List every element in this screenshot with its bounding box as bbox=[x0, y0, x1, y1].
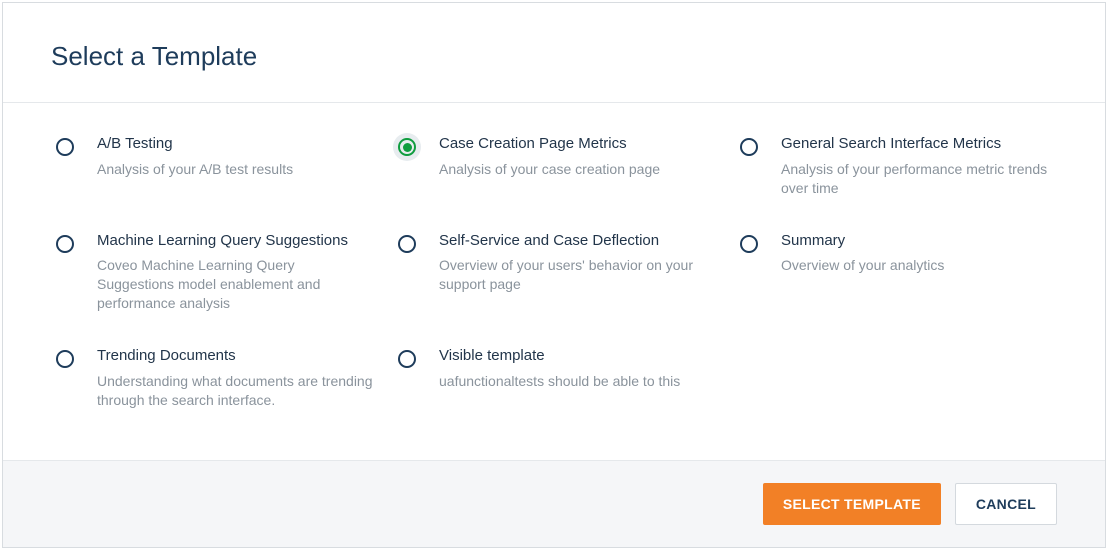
option-text: A/B Testing Analysis of your A/B test re… bbox=[97, 135, 373, 179]
select-template-dialog: Select a Template A/B Testing Analysis o… bbox=[2, 2, 1106, 548]
radio-icon bbox=[735, 133, 763, 161]
option-name: Visible template bbox=[439, 347, 715, 366]
radio-icon bbox=[735, 230, 763, 258]
radio-icon bbox=[393, 230, 421, 258]
option-text: General Search Interface Metrics Analysi… bbox=[781, 135, 1057, 198]
option-name: Self-Service and Case Deflection bbox=[439, 232, 715, 251]
template-option-summary[interactable]: Summary Overview of your analytics bbox=[735, 232, 1057, 313]
option-name: Machine Learning Query Suggestions bbox=[97, 232, 373, 251]
option-name: A/B Testing bbox=[97, 135, 373, 154]
dialog-header: Select a Template bbox=[3, 3, 1105, 103]
option-name: Case Creation Page Metrics bbox=[439, 135, 715, 154]
radio-icon bbox=[393, 345, 421, 373]
option-name: Trending Documents bbox=[97, 347, 373, 366]
select-template-button[interactable]: Select Template bbox=[763, 483, 941, 525]
option-description: Analysis of your case creation page bbox=[439, 160, 715, 179]
radio-icon bbox=[51, 230, 79, 258]
option-text: Machine Learning Query Suggestions Coveo… bbox=[97, 232, 373, 313]
option-description: Understanding what documents are trendin… bbox=[97, 372, 373, 410]
option-text: Case Creation Page Metrics Analysis of y… bbox=[439, 135, 715, 179]
radio-icon bbox=[51, 133, 79, 161]
template-option-self-service[interactable]: Self-Service and Case Deflection Overvie… bbox=[393, 232, 715, 313]
option-description: Overview of your users' behavior on your… bbox=[439, 256, 715, 294]
option-text: Self-Service and Case Deflection Overvie… bbox=[439, 232, 715, 295]
radio-icon-selected bbox=[393, 133, 421, 161]
template-option-ab-testing[interactable]: A/B Testing Analysis of your A/B test re… bbox=[51, 135, 373, 198]
option-description: Coveo Machine Learning Query Suggestions… bbox=[97, 256, 373, 313]
cancel-button[interactable]: Cancel bbox=[955, 483, 1057, 525]
template-option-general-search[interactable]: General Search Interface Metrics Analysi… bbox=[735, 135, 1057, 198]
template-option-visible-template[interactable]: Visible template uafunctionaltests shoul… bbox=[393, 347, 715, 410]
option-description: Analysis of your performance metric tren… bbox=[781, 160, 1057, 198]
template-option-trending-documents[interactable]: Trending Documents Understanding what do… bbox=[51, 347, 373, 410]
option-description: Analysis of your A/B test results bbox=[97, 160, 373, 179]
dialog-footer: Select Template Cancel bbox=[3, 460, 1105, 547]
radio-icon bbox=[51, 345, 79, 373]
option-name: General Search Interface Metrics bbox=[781, 135, 1057, 154]
template-option-case-creation[interactable]: Case Creation Page Metrics Analysis of y… bbox=[393, 135, 715, 198]
option-description: Overview of your analytics bbox=[781, 256, 1057, 275]
option-description: uafunctionaltests should be able to this bbox=[439, 372, 715, 391]
option-text: Trending Documents Understanding what do… bbox=[97, 347, 373, 410]
option-text: Summary Overview of your analytics bbox=[781, 232, 1057, 276]
option-text: Visible template uafunctionaltests shoul… bbox=[439, 347, 715, 391]
option-name: Summary bbox=[781, 232, 1057, 251]
template-option-ml-query-suggestions[interactable]: Machine Learning Query Suggestions Coveo… bbox=[51, 232, 373, 313]
template-grid: A/B Testing Analysis of your A/B test re… bbox=[3, 103, 1105, 460]
dialog-title: Select a Template bbox=[51, 41, 1057, 72]
